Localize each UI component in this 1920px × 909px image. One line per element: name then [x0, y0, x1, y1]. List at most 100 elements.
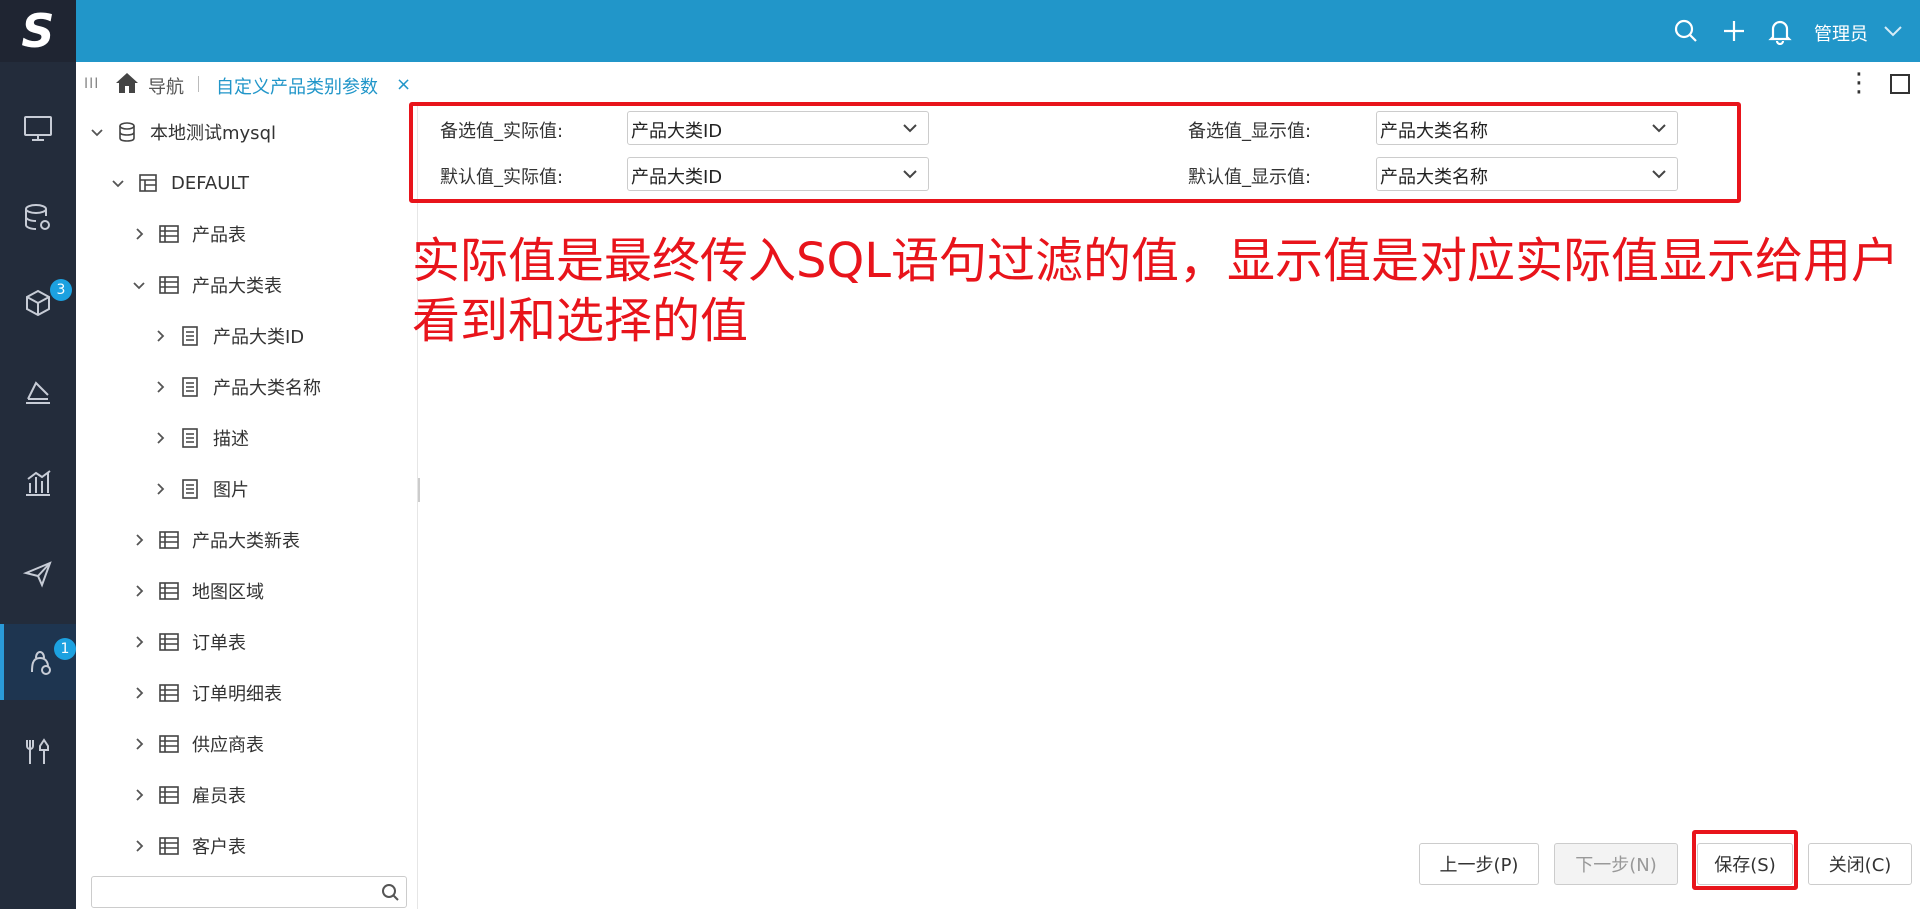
tree-label: 图片 — [213, 480, 249, 501]
tree-label: 产品大类名称 — [213, 378, 321, 399]
tree-node-field[interactable]: 描述 — [151, 422, 249, 454]
close-button[interactable]: 关闭(C) — [1808, 843, 1912, 885]
table-icon — [158, 631, 180, 653]
chevron-right-icon[interactable] — [130, 735, 148, 753]
field-icon — [179, 478, 201, 500]
tree-label: 客户表 — [192, 837, 246, 858]
search-icon[interactable] — [380, 882, 400, 902]
tab-bar: III 导航 自定义产品类别参数 × ⋮ — [76, 62, 1920, 106]
plus-icon[interactable] — [1720, 17, 1748, 45]
tree-node-root[interactable]: 本地测试mysql — [88, 116, 276, 148]
panel-toggle-icon[interactable]: III — [84, 76, 99, 92]
tree-label: 产品大类ID — [213, 327, 305, 348]
tab-custom-param[interactable]: 自定义产品类别参数 — [216, 73, 378, 99]
tree-node-table[interactable]: 客户表 — [130, 830, 246, 862]
table-icon — [158, 784, 180, 806]
annotation-text: 实际值是最终传入SQL语句过滤的值，显示值是对应实际值显示给用户 看到和选择的值 — [412, 231, 1912, 351]
send-icon[interactable] — [0, 535, 76, 611]
prev-button[interactable]: 上一步(P) — [1419, 843, 1539, 885]
tools-icon[interactable] — [0, 714, 76, 790]
opt-display-label: 备选值_显示值: — [1188, 121, 1312, 142]
tree-label: 订单表 — [192, 633, 246, 654]
tree-node-table[interactable]: 订单表 — [130, 626, 246, 658]
opt-display-select[interactable]: 产品大类名称 — [1376, 111, 1678, 145]
table-icon — [158, 223, 180, 245]
tree-node-schema[interactable]: DEFAULT — [109, 167, 249, 199]
chevron-right-icon[interactable] — [130, 786, 148, 804]
monitor-icon[interactable] — [0, 90, 76, 166]
chevron-right-icon[interactable] — [130, 837, 148, 855]
notification-badge: 3 — [50, 279, 72, 301]
tree-label: 产品表 — [192, 225, 246, 246]
resource-tree: 本地测试mysql DEFAULT 产品表 产品大类表 产品大类ID 产品大类名… — [76, 106, 418, 909]
tree-label: 产品大类表 — [192, 276, 282, 297]
def-actual-label: 默认值_实际值: — [440, 167, 564, 188]
def-actual-select[interactable]: 产品大类ID — [627, 157, 929, 191]
tab-divider — [198, 76, 199, 92]
tree-label: 订单明细表 — [192, 684, 282, 705]
chevron-right-icon[interactable] — [130, 531, 148, 549]
search-icon[interactable] — [1672, 17, 1700, 45]
layers-icon[interactable] — [0, 355, 76, 431]
chevron-right-icon[interactable] — [130, 684, 148, 702]
database-icon — [116, 121, 138, 143]
tree-label: DEFAULT — [171, 172, 249, 194]
table-icon — [158, 835, 180, 857]
bar-chart-icon[interactable] — [0, 445, 76, 521]
maximize-icon[interactable] — [1890, 74, 1910, 94]
tree-search-input[interactable] — [100, 877, 370, 907]
tree-node-table[interactable]: 订单明细表 — [130, 677, 282, 709]
chevron-right-icon[interactable] — [151, 327, 169, 345]
tree-node-table[interactable]: 产品表 — [130, 218, 246, 250]
next-button[interactable]: 下一步(N) — [1554, 843, 1678, 885]
home-icon[interactable] — [114, 70, 140, 96]
close-tab-icon[interactable]: × — [396, 74, 411, 95]
tree-label: 地图区域 — [192, 582, 264, 603]
chevron-right-icon[interactable] — [130, 225, 148, 243]
tab-navigation[interactable]: 导航 — [148, 73, 184, 99]
field-icon — [179, 376, 201, 398]
tree-node-field[interactable]: 图片 — [151, 473, 249, 505]
def-display-select[interactable]: 产品大类名称 — [1376, 157, 1678, 191]
chevron-down-icon[interactable] — [88, 123, 106, 141]
left-rail: S 3 1 — [0, 0, 76, 909]
tree-label: 雇员表 — [192, 786, 246, 807]
tree-node-field[interactable]: 产品大类名称 — [151, 371, 321, 403]
tree-node-table[interactable]: 产品大类表 — [130, 269, 282, 301]
chevron-down-icon[interactable] — [130, 276, 148, 294]
chevron-down-icon — [1649, 118, 1669, 138]
database-settings-icon[interactable] — [0, 180, 76, 256]
chevron-down-icon[interactable] — [109, 174, 127, 192]
chevron-right-icon[interactable] — [151, 480, 169, 498]
top-bar: 管理员 — [76, 0, 1920, 62]
opt-actual-label: 备选值_实际值: — [440, 121, 564, 142]
field-icon — [179, 325, 201, 347]
highlight-box — [1692, 830, 1798, 890]
tree-label: 本地测试mysql — [150, 123, 276, 144]
chevron-right-icon[interactable] — [130, 633, 148, 651]
tree-node-table[interactable]: 供应商表 — [130, 728, 264, 760]
table-icon — [158, 682, 180, 704]
user-menu-label[interactable]: 管理员 — [1814, 20, 1868, 46]
panel-splitter[interactable] — [418, 478, 420, 502]
chevron-right-icon[interactable] — [130, 582, 148, 600]
more-options-icon[interactable]: ⋮ — [1846, 70, 1872, 96]
bell-icon[interactable] — [1766, 17, 1794, 46]
chevron-right-icon[interactable] — [151, 429, 169, 447]
table-icon — [158, 529, 180, 551]
tree-label: 供应商表 — [192, 735, 264, 756]
annotation-line: 实际值是最终传入SQL语句过滤的值，显示值是对应实际值显示给用户 — [412, 233, 1899, 289]
chevron-right-icon[interactable] — [151, 378, 169, 396]
tree-node-field[interactable]: 产品大类ID — [151, 320, 304, 352]
app-logo[interactable]: S — [0, 0, 76, 62]
opt-actual-select[interactable]: 产品大类ID — [627, 111, 929, 145]
chevron-down-icon[interactable] — [1880, 18, 1906, 44]
tree-label: 描述 — [213, 429, 249, 450]
tree-node-table[interactable]: 地图区域 — [130, 575, 264, 607]
tree-label: 产品大类新表 — [192, 531, 300, 552]
tree-node-table[interactable]: 雇员表 — [130, 779, 246, 811]
resource-settings-icon[interactable]: 1 — [0, 624, 76, 700]
select-value: 产品大类ID — [631, 167, 723, 188]
cube-icon[interactable]: 3 — [0, 265, 76, 341]
tree-node-table[interactable]: 产品大类新表 — [130, 524, 300, 556]
